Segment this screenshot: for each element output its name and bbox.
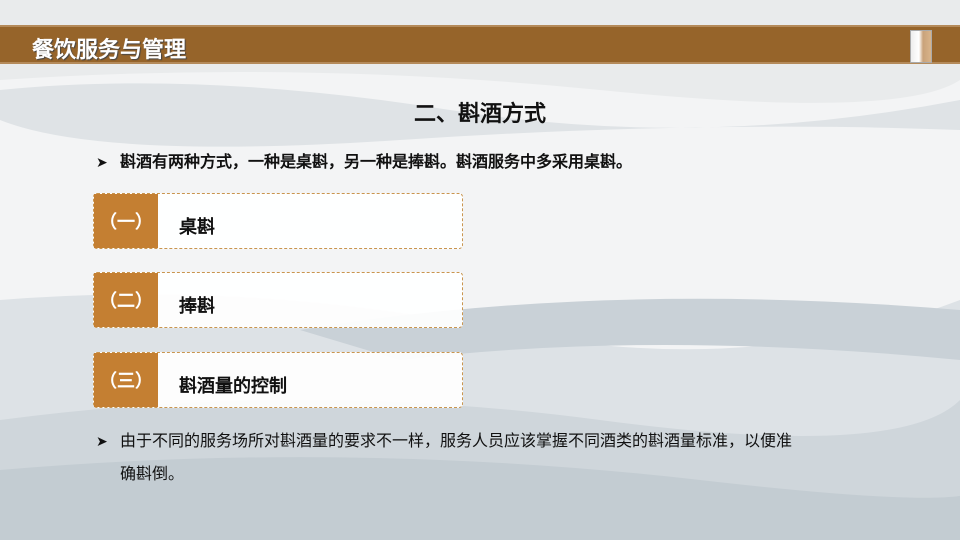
- intro-bullet: ➤ 斟酒有两种方式，一种是桌斟，另一种是捧斟。斟酒服务中多采用桌斟。: [96, 146, 632, 179]
- item-table-pour: （一） 桌斟: [93, 193, 463, 249]
- waiter-logo-icon: [910, 30, 932, 63]
- arrow-bullet-icon: ➤: [96, 155, 108, 171]
- section-title: 二、斟酒方式: [413, 102, 546, 127]
- item-label: 桌斟: [179, 217, 215, 238]
- item-number: （二）: [94, 273, 158, 327]
- note-text-line2: 确斟倒。: [120, 464, 185, 483]
- course-title: 餐饮服务与管理: [32, 38, 187, 63]
- arrow-bullet-icon: ➤: [96, 434, 108, 450]
- item-hand-pour: （二） 捧斟: [93, 272, 463, 328]
- note-bullet: ➤ 由于不同的服务场所对斟酒量的要求不一样，服务人员应该掌握不同酒类的斟酒量标准，…: [96, 425, 792, 490]
- item-number: （一）: [94, 194, 158, 248]
- item-number: （三）: [94, 353, 158, 407]
- item-label: 捧斟: [179, 296, 215, 317]
- item-label: 斟酒量的控制: [179, 376, 287, 397]
- intro-text: 斟酒有两种方式，一种是桌斟，另一种是捧斟。斟酒服务中多采用桌斟。: [120, 152, 633, 171]
- header-bar: 餐饮服务与管理: [0, 25, 960, 64]
- note-text-line1: 由于不同的服务场所对斟酒量的要求不一样，服务人员应该掌握不同酒类的斟酒量标准，以…: [120, 431, 793, 450]
- item-pour-amount-control: （三） 斟酒量的控制: [93, 352, 463, 408]
